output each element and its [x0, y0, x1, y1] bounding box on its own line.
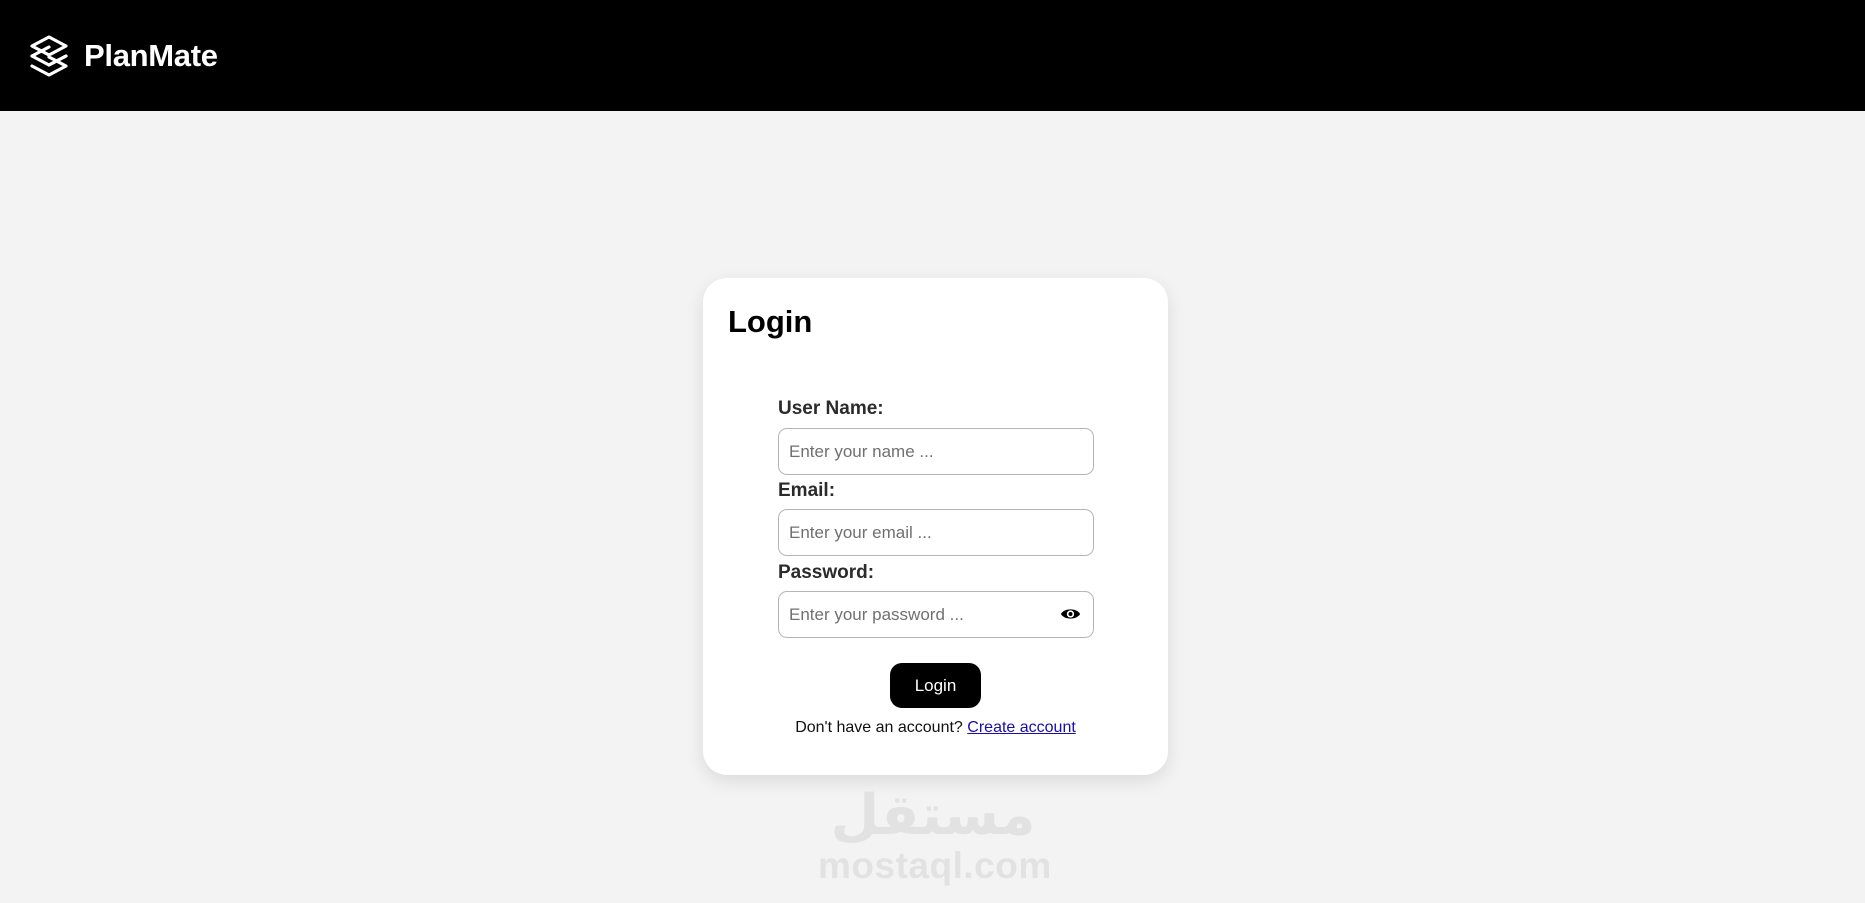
signup-prompt-text: Don't have an account?: [795, 719, 963, 736]
login-card: Login User Name: Email: Password: Login …: [703, 278, 1168, 775]
login-title: Login: [728, 304, 813, 339]
password-label: Password:: [778, 562, 875, 583]
brand-name: PlanMate: [84, 37, 218, 73]
username-input[interactable]: [778, 428, 1094, 475]
login-button[interactable]: Login: [890, 663, 981, 708]
brand[interactable]: PlanMate: [28, 34, 218, 78]
eye-icon[interactable]: [1060, 605, 1081, 623]
watermark-text: mostaql.com: [818, 845, 1052, 886]
username-label: User Name:: [778, 398, 884, 419]
create-account-link[interactable]: Create account: [967, 719, 1076, 736]
stacked-layers-logo-icon: [30, 34, 68, 77]
watermark-logo: مستقل: [831, 783, 1036, 848]
email-input[interactable]: [778, 509, 1094, 556]
password-input[interactable]: [778, 591, 1094, 638]
svg-text:مستقل: مستقل: [831, 783, 1036, 848]
watermark: مستقل mostaql.com: [818, 780, 1052, 890]
top-navbar: PlanMate: [0, 0, 1865, 111]
email-label: Email:: [778, 480, 836, 501]
signup-prompt-row: Don't have an account? Create account: [703, 719, 1168, 737]
